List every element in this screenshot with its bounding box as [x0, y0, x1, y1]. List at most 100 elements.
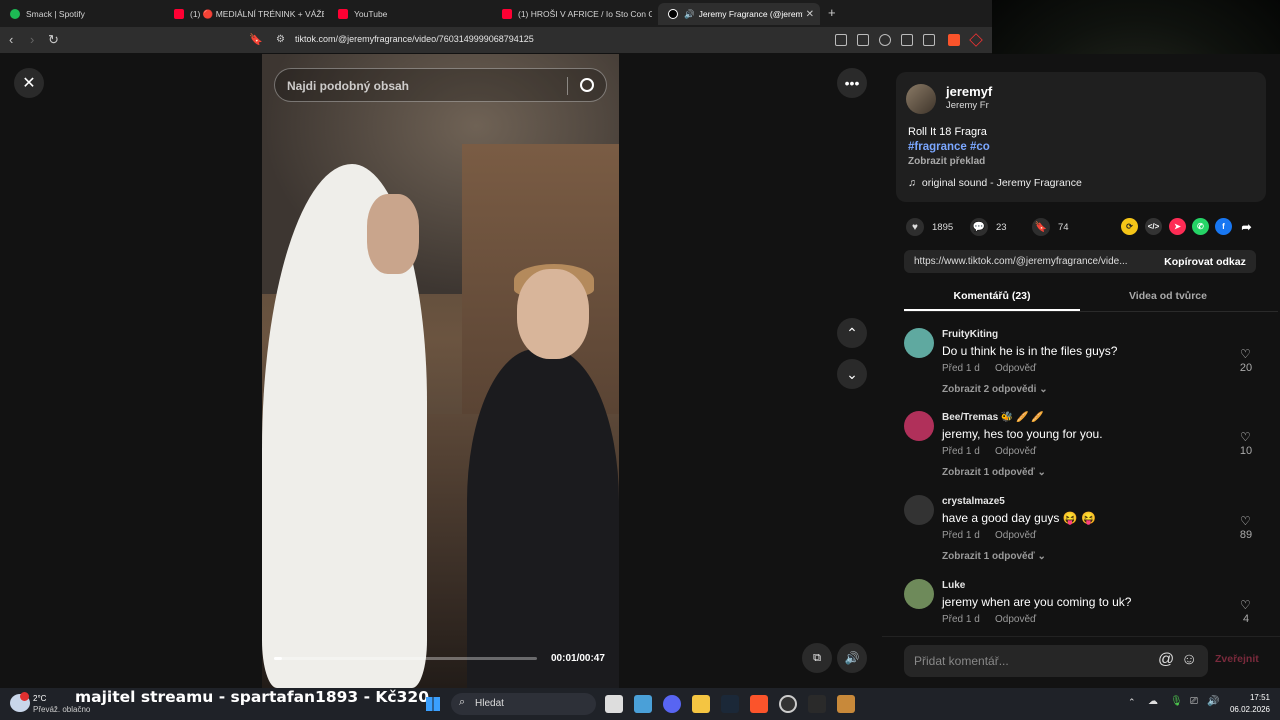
comment-composer: @ ☺ Zveřejnit [882, 636, 1280, 688]
close-video-button[interactable]: ✕ [14, 68, 44, 98]
network-icon[interactable]: ⎚ [1190, 696, 1198, 707]
site-settings-icon[interactable]: ⚙ [276, 32, 285, 48]
tab-youtube-hrosi[interactable]: (1) HROŠI V AFRICE / Io Sto Con Gli I [492, 3, 652, 25]
reload-icon[interactable]: ↻ [48, 32, 59, 48]
video-frame-face [517, 269, 589, 359]
tab-tiktok-active[interactable]: 🔊 Jeremy Fragrance (@jeremyfr ✕ [658, 3, 820, 25]
view-replies-button[interactable]: Zobrazit 1 odpověď ⌄ [942, 467, 1046, 478]
brave-browser-icon[interactable] [750, 695, 768, 713]
reply-button[interactable]: Odpověď [995, 614, 1036, 625]
brave-shield-icon[interactable] [948, 34, 960, 46]
system-clock[interactable]: 17:51 [1230, 693, 1270, 702]
send-to-friend-icon[interactable]: ➤ [1169, 218, 1186, 235]
chevron-down-icon: ⌄ [846, 365, 858, 382]
brave-rewards-icon[interactable] [969, 33, 983, 47]
steam-icon[interactable] [721, 695, 739, 713]
share-arrow-icon[interactable]: ➦ [1238, 218, 1255, 235]
share-page-icon[interactable] [923, 34, 935, 46]
commenter-username[interactable]: Bee/Tremas 🐝 🥖 🥖 [942, 412, 1044, 423]
commenter-username[interactable]: Luke [942, 580, 965, 591]
bookmark-icon: 🔖 [1032, 218, 1050, 236]
zoom-icon[interactable] [879, 34, 891, 46]
show-translation-link[interactable]: Zobrazit překlad [908, 156, 985, 167]
author-username[interactable]: jeremyf [946, 84, 992, 99]
reply-button[interactable]: Odpověď [995, 446, 1036, 457]
view-replies-button[interactable]: Zobrazit 2 odpovědi ⌄ [942, 384, 1048, 395]
obs-icon[interactable] [779, 695, 797, 713]
tab-comments[interactable]: Komentářů (23) [904, 290, 1080, 302]
tab-spotify[interactable]: Smack | Spotify [0, 3, 160, 25]
previous-video-button[interactable]: ⌃ [837, 318, 867, 348]
reply-button[interactable]: Odpověď [995, 363, 1036, 374]
commenter-avatar[interactable] [904, 579, 934, 609]
comment-like-icon[interactable]: ♡ [1240, 347, 1251, 361]
progress-fill [274, 657, 282, 660]
whatsapp-icon[interactable]: ✆ [1192, 218, 1209, 235]
copy-link-button[interactable]: Kopírovat odkaz [1154, 250, 1256, 273]
video-player[interactable]: Najdi podobný obsah 00:01/00:47 [262, 54, 619, 688]
tiktok-icon [668, 9, 678, 19]
video-progress-bar[interactable] [274, 657, 537, 660]
facebook-icon[interactable]: f [1215, 218, 1232, 235]
windows-search-box[interactable]: ⌕ Hledat [451, 693, 596, 715]
post-side-panel: jeremyf Jeremy Fr Roll It 18 Fragra #fra… [882, 54, 1280, 688]
file-explorer-icon[interactable] [692, 695, 710, 713]
commenter-avatar[interactable] [904, 328, 934, 358]
windows-start-icon[interactable] [426, 697, 440, 711]
task-view-icon[interactable] [605, 695, 623, 713]
comment-like-icon[interactable]: ♡ [1240, 598, 1251, 612]
microphone-icon[interactable]: 🎙 [1170, 696, 1183, 707]
comment-item: Luke jeremy when are you coming to uk? P… [904, 579, 1254, 625]
author-avatar[interactable] [906, 84, 936, 114]
embed-icon[interactable]: </> [1145, 218, 1162, 235]
like-button[interactable]: ♥ 1895 [906, 218, 953, 236]
tab-youtube-training[interactable]: (1) 🔴 MEDIÁLNÍ TRÉNINK + VÁŽEN [164, 3, 324, 25]
tab-youtube[interactable]: YouTube [328, 3, 488, 25]
emoji-icon[interactable]: ☺ [1181, 651, 1197, 669]
forward-icon[interactable]: › [30, 32, 34, 48]
more-options-button[interactable]: ••• [837, 68, 867, 98]
commenter-avatar[interactable] [904, 411, 934, 441]
comment-like-icon[interactable]: ♡ [1240, 430, 1251, 444]
cloud-icon[interactable]: ☁ [1148, 696, 1158, 707]
view-replies-button[interactable]: Zobrazit 1 odpověď ⌄ [942, 551, 1046, 562]
next-video-button[interactable]: ⌄ [837, 359, 867, 389]
epic-games-icon[interactable] [808, 695, 826, 713]
commenter-username[interactable]: FruityKiting [942, 329, 998, 340]
sound-title: original sound - Jeremy Fragrance [921, 177, 1082, 189]
bookmark-icon[interactable]: 🔖 [249, 32, 263, 48]
new-tab-button[interactable]: + [828, 5, 836, 20]
comment-count: 23 [996, 221, 1007, 233]
volume-icon[interactable]: 🔊 [1207, 696, 1219, 707]
volume-button[interactable]: 🔊 [837, 643, 867, 673]
comment-like-count: 20 [1239, 362, 1253, 374]
tab-close-icon[interactable]: ✕ [806, 9, 814, 20]
post-hashtags[interactable]: #fragrance #co [908, 141, 990, 153]
floating-player-button[interactable]: ⧉ [802, 643, 832, 673]
browser-tab-bar: Smack | Spotify (1) 🔴 MEDIÁLNÍ TRÉNINK +… [0, 0, 992, 27]
back-icon[interactable]: ‹ [9, 32, 13, 48]
repost-icon[interactable]: ⟳ [1121, 218, 1138, 235]
address-bar[interactable]: tiktok.com/@jeremyfragrance/video/760314… [295, 34, 534, 44]
commenter-username[interactable]: crystalmaze5 [942, 496, 1005, 507]
comment-button[interactable]: 💬 23 [970, 218, 1007, 236]
commenter-avatar[interactable] [904, 495, 934, 525]
sound-link[interactable]: ♫ original sound - Jeremy Fragrance [908, 177, 1082, 189]
reply-button[interactable]: Odpověď [995, 530, 1036, 541]
translate-icon[interactable] [857, 34, 869, 46]
comment-like-icon[interactable]: ♡ [1240, 514, 1251, 528]
search-icon[interactable] [580, 78, 594, 92]
show-hidden-icons-icon[interactable]: ⌃ [1128, 697, 1136, 708]
system-date[interactable]: 06.02.2026 [1226, 705, 1270, 714]
widgets-icon[interactable] [634, 695, 652, 713]
cast-icon[interactable] [901, 34, 913, 46]
mention-icon[interactable]: @ [1158, 651, 1174, 669]
tab-creator-videos[interactable]: Videa od tvůrce [1080, 290, 1256, 302]
no-tracking-icon[interactable] [835, 34, 847, 46]
discord-icon[interactable] [663, 695, 681, 713]
app-icon[interactable] [837, 695, 855, 713]
post-comment-button[interactable]: Zveřejnit [1215, 653, 1259, 665]
save-button[interactable]: 🔖 74 [1032, 218, 1069, 236]
video-link-url: https://www.tiktok.com/@jeremyfragrance/… [914, 256, 1128, 267]
similar-content-search[interactable]: Najdi podobný obsah [274, 68, 607, 102]
